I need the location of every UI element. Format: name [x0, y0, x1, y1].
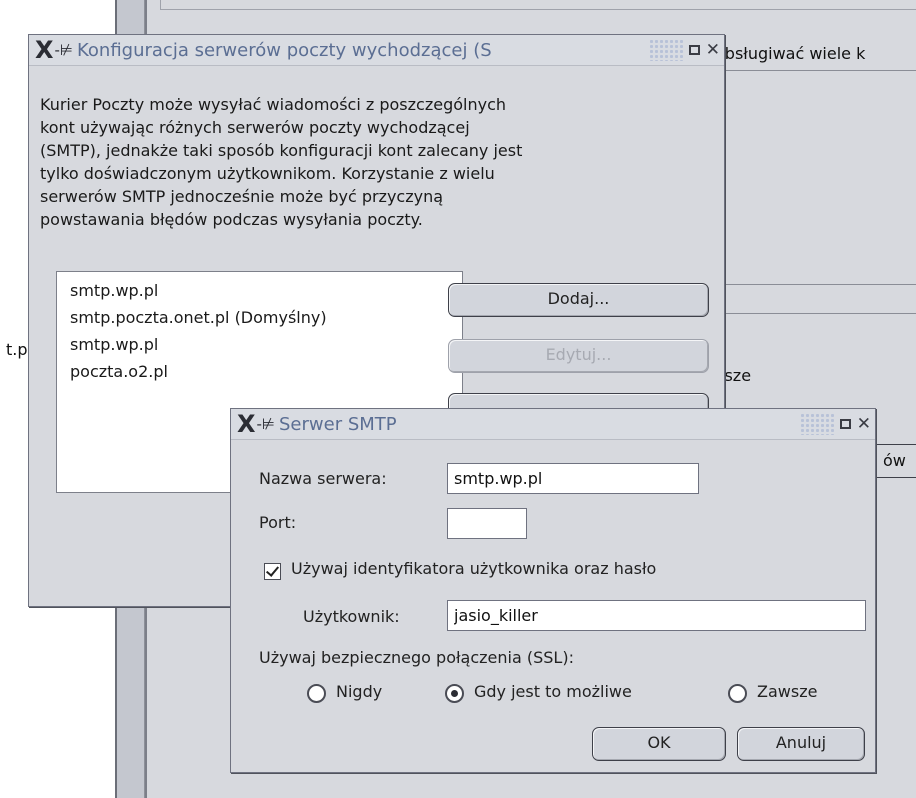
pin-icon[interactable]: -⊭ [257, 415, 275, 433]
background-description-text: obsługiwać wiele k [715, 44, 866, 63]
background-list-panel [725, 70, 916, 285]
ssl-label: Używaj bezpiecznego połączenia (SSL): [259, 648, 574, 667]
user-input[interactable] [447, 600, 866, 631]
outgoing-dialog-titlebar[interactable]: X -⊭ Konfiguracja serwerów poczty wychod… [29, 35, 724, 66]
smtp-dialog-titlebar[interactable]: X -⊭ Serwer SMTP ✕ [231, 409, 875, 440]
close-icon[interactable]: ✕ [857, 415, 871, 433]
window-grip-icon [648, 39, 683, 61]
background-button-label: ów [883, 451, 906, 470]
ssl-if-possible-label[interactable]: Gdy jest to możliwe [474, 682, 632, 701]
x-logo-icon: X [237, 410, 256, 438]
server-name-input[interactable] [447, 463, 699, 494]
smtp-dialog-window-controls: ✕ [795, 409, 871, 439]
outgoing-dialog-description: Kurier Poczty może wysyłać wiadomości z … [40, 93, 720, 231]
ssl-never-label[interactable]: Nigdy [336, 682, 382, 701]
maximize-icon[interactable] [688, 45, 700, 55]
background-panel-edge [160, 0, 916, 10]
ssl-always-label[interactable]: Zawsze [757, 682, 817, 701]
list-item[interactable]: smtp.wp.pl [57, 277, 462, 304]
list-item[interactable]: smtp.poczta.onet.pl (Domyślny) [57, 304, 462, 331]
description-line: kont używając różnych serwerów poczty wy… [40, 118, 470, 137]
outgoing-dialog-window-controls: ✕ [644, 35, 720, 65]
ssl-always-radio[interactable] [728, 684, 747, 703]
list-item[interactable]: smtp.wp.pl [57, 331, 462, 358]
close-icon[interactable]: ✕ [706, 41, 720, 59]
edit-server-button[interactable]: Edytuj... [448, 339, 709, 373]
maximize-icon[interactable] [839, 419, 851, 429]
description-line: tylko doświadczonym użytkownikom. Korzys… [40, 164, 495, 183]
description-line: Kurier Poczty może wysyłać wiadomości z … [40, 95, 507, 114]
port-input[interactable] [447, 508, 527, 539]
outgoing-dialog-title: Konfiguracja serwerów poczty wychodzącej… [77, 39, 492, 61]
smtp-server-dialog: X -⊭ Serwer SMTP ✕ Nazwa serwera: Port: … [230, 408, 876, 773]
list-item[interactable]: poczta.o2.pl [57, 358, 462, 385]
port-label: Port: [259, 513, 297, 532]
background-left-text: t.p [6, 340, 28, 359]
description-line: serwerów SMTP jednocześnie może być przy… [40, 187, 444, 206]
description-line: powstawania błędów podczas wysyłania poc… [40, 210, 423, 229]
auth-checkbox-label[interactable]: Używaj identyfikatora użytkownika oraz h… [291, 559, 656, 578]
ssl-if-possible-radio[interactable] [445, 684, 464, 703]
add-server-button[interactable]: Dodaj... [448, 283, 709, 317]
ok-button[interactable]: OK [592, 727, 726, 761]
cancel-button[interactable]: Anuluj [737, 727, 865, 761]
checkmark-icon [265, 563, 280, 577]
radio-selected-dot [451, 690, 458, 697]
auth-checkbox[interactable] [264, 563, 281, 580]
user-label: Użytkownik: [303, 607, 400, 626]
background-field [725, 284, 916, 314]
window-grip-icon [799, 413, 834, 435]
ssl-never-radio[interactable] [307, 684, 326, 703]
smtp-dialog-title: Serwer SMTP [279, 413, 397, 435]
server-name-label: Nazwa serwera: [259, 469, 387, 488]
description-line: (SMTP), jednakże taki sposób konfiguracj… [40, 141, 523, 160]
pin-icon[interactable]: -⊭ [55, 41, 73, 59]
x-logo-icon: X [35, 36, 54, 64]
